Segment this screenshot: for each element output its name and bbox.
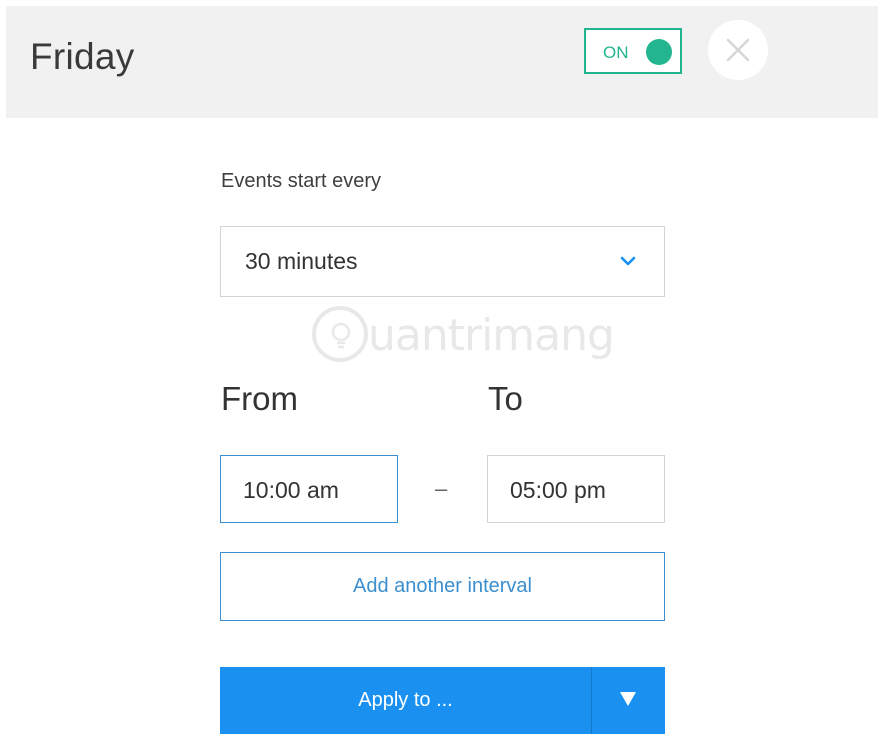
day-header: Friday ON	[6, 6, 878, 118]
watermark: uantrimang	[312, 300, 615, 370]
to-time-value: 05:00 pm	[510, 477, 606, 503]
to-label: To	[488, 380, 523, 417]
watermark-text: uantrimang	[368, 310, 615, 361]
day-on-toggle[interactable]: ON	[584, 28, 682, 74]
apply-dropdown-button[interactable]	[592, 667, 665, 734]
close-button[interactable]	[708, 20, 768, 80]
events-start-label: Events start every	[221, 170, 382, 192]
toggle-label: ON	[603, 43, 629, 62]
from-label: From	[221, 380, 298, 417]
lightbulb-icon	[331, 322, 351, 349]
add-interval-label: Add another interval	[352, 575, 532, 597]
toggle-knob	[646, 39, 672, 65]
day-title: Friday	[30, 36, 135, 77]
time-separator: –	[435, 476, 448, 501]
apply-label: Apply to ...	[358, 689, 453, 711]
to-time-input[interactable]: 05:00 pm	[487, 455, 665, 523]
apply-button[interactable]: Apply to ...	[220, 667, 591, 734]
triangle-down-icon	[620, 692, 636, 706]
from-time-input[interactable]: 10:00 am	[220, 455, 398, 523]
interval-value: 30 minutes	[245, 248, 358, 274]
interval-select[interactable]: 30 minutes	[220, 226, 665, 297]
close-icon	[726, 38, 750, 62]
chevron-down-icon	[620, 256, 636, 266]
from-time-value: 10:00 am	[243, 477, 339, 503]
add-interval-button[interactable]: Add another interval	[220, 552, 665, 621]
schedule-day-panel: Friday ON Events start every 30 minutes …	[0, 0, 880, 738]
